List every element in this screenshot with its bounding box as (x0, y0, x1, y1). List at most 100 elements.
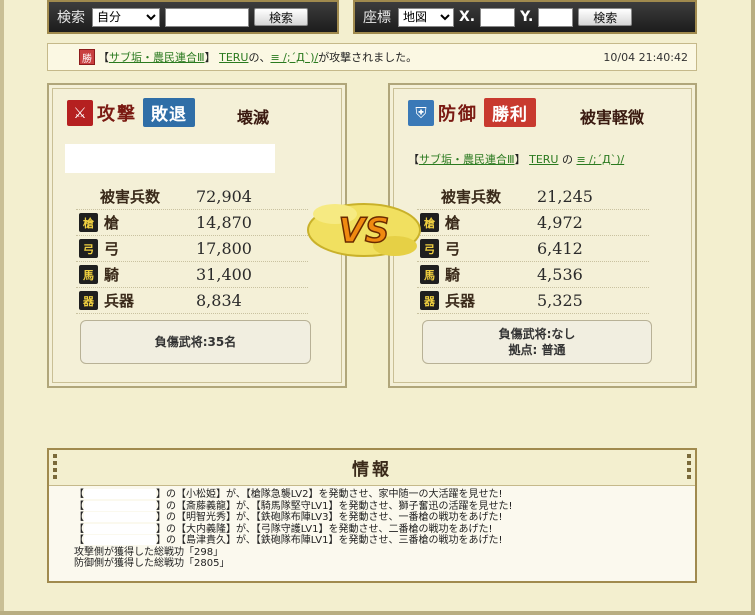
search-button[interactable]: 検索 (254, 8, 309, 26)
unit-label: 槍 (445, 214, 461, 232)
redacted-name (84, 535, 156, 545)
log-text: 】の【斎藤義龍】が、【騎馬隊堅守LV1】を発動させ、獅子奮迅の活躍を見せた! (156, 500, 513, 512)
attack-notice: 勝 【 サブ垢・農民連合Ⅲ 】 TERU の、 ≡ /;´Д`)/ が攻撃されま… (47, 43, 697, 71)
left-frame (0, 0, 4, 615)
search-scope-select[interactable]: 自分 (92, 7, 160, 27)
log-line: 【 】の【島津貴久】が、【鉄砲隊布陣LV1】を発動させ、三番槍の戦功をあげた! (74, 535, 695, 547)
unit-value: 31,400 (196, 265, 252, 284)
log-text: 】の【小松姫】が、【槍隊急襲LV2】を発動させ、家中随一の大活躍を見せた! (156, 489, 503, 500)
defense-casualty-box: 負傷武将:なし 拠点: 普通 (422, 320, 652, 364)
log-text: 】の【島津貴久】が、【鉄砲隊布陣LV1】を発動させ、三番槍の戦功をあげた! (156, 535, 503, 546)
bracket-open: 【 (74, 512, 84, 523)
attack-row-yari: 槍槍 14,870 (76, 210, 308, 236)
unit-value: 8,834 (196, 291, 242, 310)
search-input[interactable] (165, 7, 249, 27)
bottom-frame (0, 611, 755, 615)
bow-icon: 弓 (79, 239, 98, 258)
unit-value: 6,412 (537, 239, 583, 258)
attack-total-merit: 攻撃側が獲得した総戦功「298」 (74, 546, 224, 558)
right-frame (751, 0, 755, 615)
map-select[interactable]: 地図 (398, 7, 454, 27)
coord-label: 座標 (363, 10, 391, 26)
notice-message: が攻撃されました。 (318, 51, 418, 64)
shield-icon: ⛨ (408, 99, 434, 126)
unit-name: 弓弓 (76, 238, 186, 259)
attack-stats: 被害兵数 72,904 槍槍 14,870 弓弓 17,800 馬騎 31,40… (76, 183, 308, 314)
unit-value: 4,972 (537, 213, 583, 232)
total-value: 72,904 (196, 186, 252, 206)
yari-icon: 槍 (79, 213, 98, 232)
defense-stats: 被害兵数 21,245 槍槍 4,972 弓弓 6,412 馬騎 4,536 器… (417, 183, 649, 314)
bracket-close: 】 (204, 51, 216, 64)
attack-total-row: 被害兵数 72,904 (76, 183, 308, 210)
log-line: 【 】の【明智光秀】が、【鉄砲隊布陣LV3】を発動させ、一番槍の戦功をあげた! (74, 512, 695, 524)
defense-total-merit: 防御側が獲得した総戦功「2805」 (74, 558, 230, 569)
target-link[interactable]: ≡ /;´Д`)/ (270, 51, 318, 64)
weapon-icon: 器 (79, 291, 98, 310)
redacted-name (84, 512, 156, 522)
unit-value: 4,536 (537, 265, 583, 284)
particle: の (558, 153, 577, 166)
win-badge-icon: 勝 (79, 49, 95, 65)
attack-role-label: 攻撃 (97, 103, 137, 125)
y-label: Y. (520, 9, 534, 25)
horse-icon: 馬 (420, 265, 439, 284)
injured-generals: 負傷武将:35名 (154, 335, 237, 349)
redacted-name (84, 489, 156, 499)
attack-header: ⚔ 攻撃 敗退 (67, 98, 195, 127)
notice-particle: の、 (248, 51, 271, 64)
unit-label: 騎 (445, 266, 461, 284)
unit-label: 弓 (104, 240, 120, 258)
attack-row-bow: 弓弓 17,800 (76, 236, 308, 262)
redacted-name (84, 500, 156, 511)
log-text: 】の【明智光秀】が、【鉄砲隊布陣LV3】を発動させ、一番槍の戦功をあげた! (156, 512, 503, 523)
defender-name: 【サブ垢・農民連合Ⅲ】 TERU の ≡ /;´Д`)/ (408, 151, 624, 167)
notice-time: 10/04 21:40:42 (603, 50, 688, 64)
coord-search-bar: 座標 地図 X. Y. 検索 (353, 0, 697, 34)
defense-header: ⛨ 防御 勝利 (408, 98, 536, 127)
unit-name: 槍槍 (417, 212, 527, 233)
coord-search-button[interactable]: 検索 (578, 8, 633, 26)
y-coord-input[interactable] (538, 7, 574, 27)
alliance-link[interactable]: サブ垢・農民連合Ⅲ (109, 49, 205, 65)
unit-label: 兵器 (445, 292, 476, 310)
log-text: 】の【大内義隆】が、【弓隊守護LV1】を発動させ、二番槍の戦功をあげた! (156, 523, 493, 535)
attack-result-text: 壊滅 (237, 108, 270, 127)
unit-label: 弓 (445, 240, 461, 258)
bracket-open: 【 (74, 523, 84, 535)
unit-value: 17,800 (196, 239, 252, 258)
player-link[interactable]: TERU (219, 51, 248, 64)
defense-result-badge: 勝利 (484, 98, 536, 127)
redacted-name (84, 523, 156, 534)
injured-generals: 負傷武将:なし (498, 327, 576, 341)
bracket-open: 【 (74, 535, 84, 546)
x-coord-input[interactable] (480, 7, 516, 27)
defense-row-yari: 槍槍 4,972 (417, 210, 649, 236)
log-line: 【 】の【斎藤義龍】が、【騎馬隊堅守LV1】を発動させ、獅子奮迅の活躍を見せた! (74, 500, 695, 513)
attack-row-horse: 馬騎 31,400 (76, 262, 308, 288)
total-label: 被害兵数 (100, 187, 161, 206)
info-panel: 情報 【 】の【小松姫】が、【槍隊急襲LV2】を発動させ、家中随一の大活躍を見せた… (47, 448, 697, 583)
search-bar: 検索 自分 検索 (47, 0, 339, 34)
unit-value: 5,325 (537, 291, 583, 310)
defender-player-link[interactable]: TERU (529, 153, 558, 166)
defense-result-text: 被害軽微 (580, 108, 645, 127)
defense-panel: ⛨ 防御 勝利 被害軽微 【サブ垢・農民連合Ⅲ】 TERU の ≡ /;´Д`)… (388, 83, 697, 388)
defender-target-link[interactable]: ≡ /;´Д`)/ (576, 153, 624, 166)
attack-result-badge: 敗退 (143, 98, 195, 127)
attack-row-weapon: 器兵器 8,834 (76, 288, 308, 314)
attacker-name-redacted (65, 144, 275, 173)
unit-name: 弓弓 (417, 238, 527, 259)
unit-name: 槍槍 (76, 212, 186, 233)
bracket-open: 【 (98, 51, 109, 64)
unit-label: 槍 (104, 214, 120, 232)
unit-name: 器兵器 (417, 290, 527, 311)
unit-value: 14,870 (196, 213, 252, 232)
defender-alliance-link[interactable]: サブ垢・農民連合Ⅲ (419, 153, 515, 166)
bracket-open: 【 (408, 153, 419, 166)
info-header: 情報 (49, 450, 695, 486)
x-label: X. (459, 9, 476, 25)
vs-emblem: VS (307, 203, 421, 257)
vs-text: VS (339, 211, 390, 251)
log-line: 【 】の【大内義隆】が、【弓隊守護LV1】を発動させ、二番槍の戦功をあげた! (74, 523, 695, 536)
